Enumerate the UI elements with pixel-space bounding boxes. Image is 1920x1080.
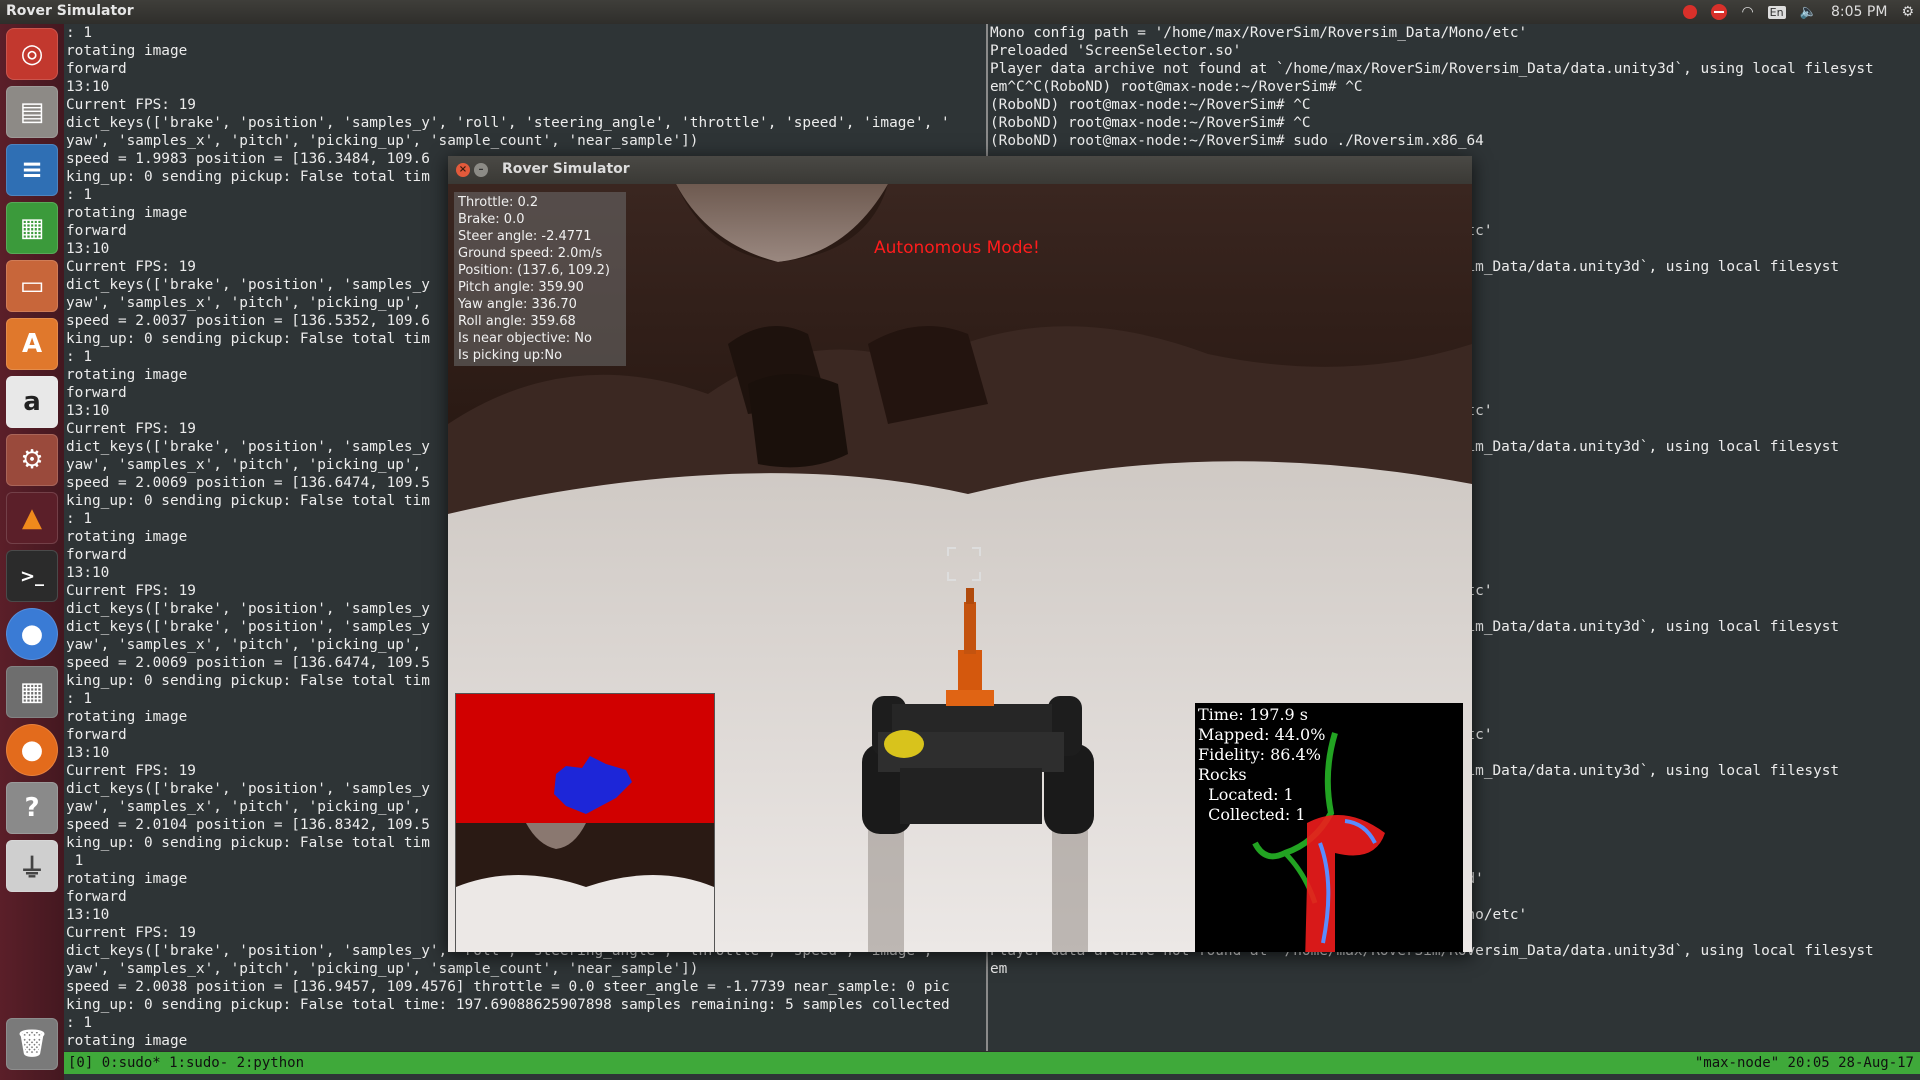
amazon-icon[interactable]: a [6, 376, 58, 428]
rover-simulator-window[interactable]: × – Rover Simulator Throttle: 0.2 Brake:… [448, 156, 1472, 952]
telemetry-line: Steer angle: -2.4771 [458, 229, 592, 244]
terminal-line: rotating image [66, 43, 188, 59]
telemetry-line: Pitch angle: 359.90 [458, 280, 584, 295]
terminal-line: (RoboND) root@max-node:~/RoverSim# sudo … [990, 133, 1484, 149]
simulator-titlebar[interactable]: × – Rover Simulator [448, 156, 1472, 184]
threshold-image [456, 694, 714, 823]
terminal-line: speed = 2.0038 position = [136.9457, 109… [66, 979, 950, 995]
firefox-icon[interactable]: ● [6, 724, 58, 776]
terminal-line: forward [66, 61, 127, 77]
tmux-status-right: "max-node" 20:05 28-Aug-17 [1694, 1055, 1914, 1071]
map-rocks-heading: Rocks [1198, 765, 1247, 784]
block-icon[interactable] [1711, 4, 1728, 20]
terminal-line: 13:10 [66, 79, 110, 95]
telemetry-line: Position: (137.6, 109.2) [458, 263, 610, 278]
keyboard-layout-icon[interactable]: En [1767, 5, 1786, 19]
boulder [748, 374, 848, 468]
terminal-line: : 1 [66, 25, 92, 41]
terminal-line: (RoboND) root@max-node:~/RoverSim# ^C [990, 97, 1311, 113]
minimize-icon[interactable]: – [474, 163, 488, 177]
terminal-line: em [990, 961, 1008, 977]
tmux-status-bar: [0] 0:sudo* 1:sudo- 2:python "max-node" … [64, 1052, 1920, 1074]
calc-icon[interactable]: ▦ [6, 202, 58, 254]
help-icon[interactable]: ? [6, 782, 58, 834]
terminal-line: (RoboND) root@max-node:~/RoverSim# ^C [990, 115, 1311, 131]
launcher: ◎ ▤ ≡ ▦ ▭ A a ⚙ ▲ >_ ● ▦ ● ? ⏚ 🗑 [0, 24, 64, 1080]
worldmap-panel: Time: 197.9 s Mapped: 44.0% Fidelity: 86… [1195, 703, 1463, 952]
terminal-line: Preloaded 'ScreenSelector.so' [990, 43, 1242, 59]
telemetry-line: Is near objective: No [458, 331, 592, 346]
close-icon[interactable]: × [456, 163, 470, 177]
chrome-icon[interactable]: ● [6, 608, 58, 660]
system-tray: ◠ En 🔈 8:05 PM ⚙ [1683, 0, 1914, 24]
top-panel: Rover Simulator ◠ En 🔈 8:05 PM ⚙ [0, 0, 1920, 24]
terminal-line: Mono config path = '/home/max/RoverSim/R… [990, 25, 1528, 41]
terminal-line: Current FPS: 19 [66, 97, 196, 113]
tmux-window-list[interactable]: [0] 0:sudo* 1:sudo- 2:python [68, 1052, 304, 1074]
autonomous-mode-banner: Autonomous Mode! [874, 238, 1040, 258]
wifi-icon[interactable]: ◠ [1741, 4, 1753, 20]
terminal-line: rotating image [66, 1033, 188, 1049]
files-icon[interactable]: ▤ [6, 86, 58, 138]
system-settings-icon[interactable]: ⚙ [6, 434, 58, 486]
simulator-viewport[interactable]: Throttle: 0.2 Brake: 0.0 Steer angle: -2.4… [448, 184, 1472, 952]
terminal-line: Player data archive not found at `/home/… [990, 61, 1874, 77]
active-app-title: Rover Simulator [6, 3, 134, 19]
camera-threshold-inset [455, 693, 715, 952]
usb-creator-icon[interactable]: ⏚ [6, 840, 58, 892]
telemetry-line: Is picking up:No [458, 348, 563, 363]
terminal-line: king_up: 0 sending pickup: False total t… [66, 997, 950, 1013]
camera-view [456, 823, 714, 952]
terminal-line: yaw', 'samples_x', 'pitch', 'picking_up'… [66, 961, 699, 977]
update-notification-icon[interactable] [1683, 5, 1698, 19]
map-rocks-located: Located: 1 [1198, 785, 1294, 804]
terminal-line: dict_keys(['brake', 'position', 'samples… [66, 115, 950, 131]
telemetry-line: Brake: 0.0 [458, 212, 525, 227]
navigable-blob [554, 756, 632, 814]
telemetry-line: Ground speed: 2.0m/s [458, 246, 603, 261]
map-mapped: Mapped: 44.0% [1198, 725, 1326, 744]
telemetry-line: Yaw angle: 336.70 [458, 297, 577, 312]
worldmap-stats: Time: 197.9 s Mapped: 44.0% Fidelity: 86… [1198, 705, 1325, 825]
software-center-icon[interactable]: A [6, 318, 58, 370]
map-time: Time: 197.9 s [1198, 705, 1309, 724]
impress-icon[interactable]: ▭ [6, 260, 58, 312]
terminal-bottom [64, 1074, 1920, 1080]
terminal-icon[interactable]: >_ [6, 550, 58, 602]
map-rocks-collected: Collected: 1 [1198, 805, 1306, 824]
terminal-line: yaw', 'samples_x', 'pitch', 'picking_up'… [66, 133, 699, 149]
volume-icon[interactable]: 🔈 [1800, 4, 1817, 20]
trash-icon[interactable]: 🗑 [6, 1018, 58, 1070]
rock-sample [884, 730, 924, 758]
telemetry-line: Roll angle: 359.68 [458, 314, 576, 329]
telemetry-line: Throttle: 0.2 [458, 195, 539, 210]
clock[interactable]: 8:05 PM [1831, 4, 1887, 20]
simulator-window-title: Rover Simulator [502, 161, 630, 177]
telemetry-panel: Throttle: 0.2 Brake: 0.0 Steer angle: -2.4… [454, 192, 626, 366]
map-fidelity: Fidelity: 86.4% [1198, 745, 1321, 764]
gear-icon[interactable]: ⚙ [1901, 4, 1914, 20]
ubuntu-dash-icon[interactable]: ◎ [6, 28, 58, 80]
terminal-line: : 1 [66, 1015, 92, 1031]
writer-icon[interactable]: ≡ [6, 144, 58, 196]
terminal-line: em^C^C(RoboND) root@max-node:~/RoverSim#… [990, 79, 1363, 95]
calculator-icon[interactable]: ▦ [6, 666, 58, 718]
vlc-icon[interactable]: ▲ [6, 492, 58, 544]
